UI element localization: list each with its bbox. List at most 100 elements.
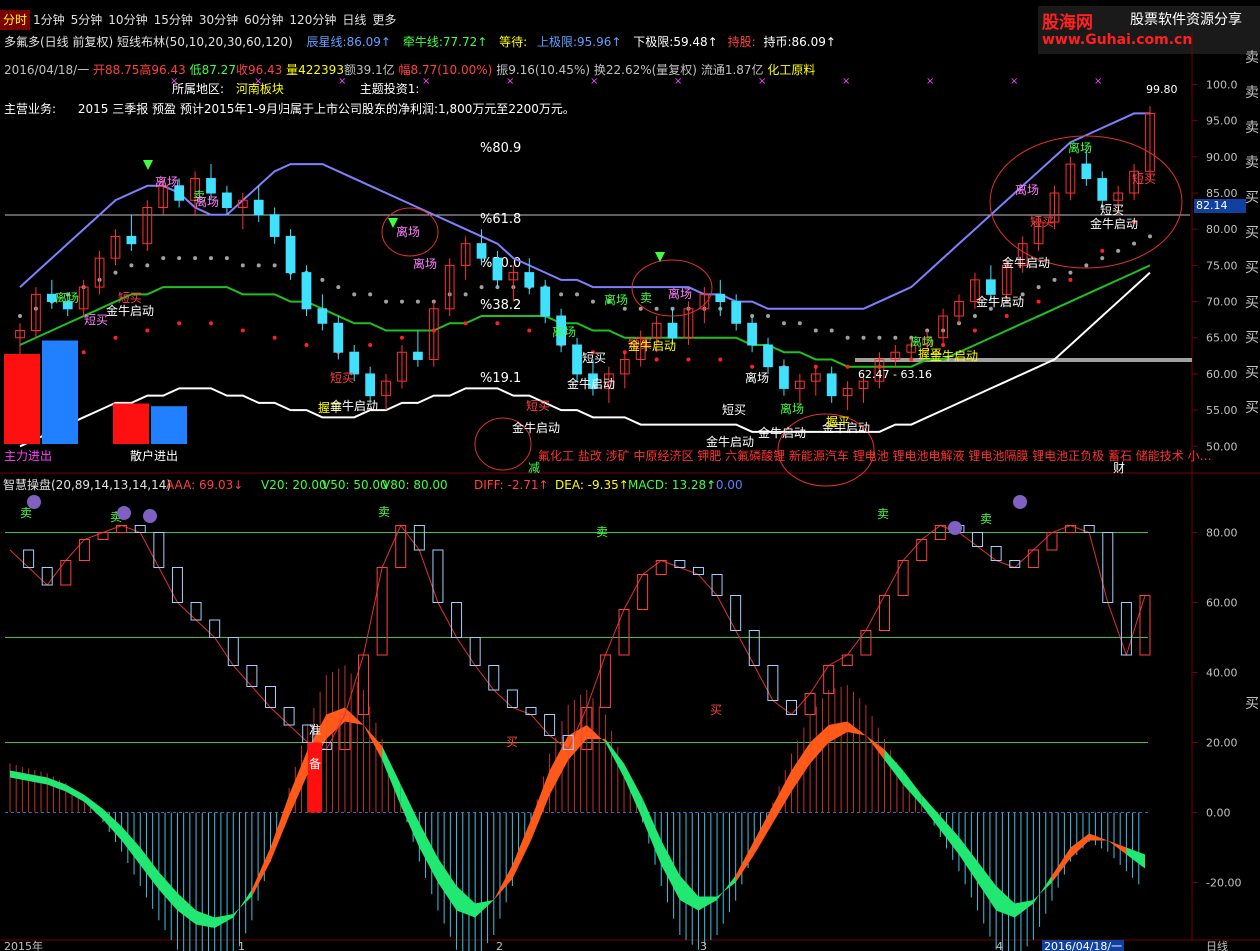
fib-label-1: %61.8 [480, 212, 521, 227]
marker-21: 金牛启动 [628, 338, 676, 353]
candle-body [747, 322, 757, 346]
ribbon-segment [828, 721, 848, 743]
ribbon-segment [214, 914, 234, 928]
grey-dot [399, 299, 404, 304]
candle-body [667, 322, 678, 339]
aaa-box [748, 630, 760, 666]
marker-20: 金牛启动 [567, 376, 615, 391]
low-header-5: DIFF: -2.71↑ [474, 478, 549, 492]
marker-3: 离场 [55, 290, 79, 305]
marker-5: 短买 [118, 291, 142, 305]
red-dot [1036, 299, 1041, 304]
grey-dot [145, 263, 150, 268]
grey-dot [463, 292, 468, 297]
aaa-box [376, 567, 388, 656]
red-dot [1068, 277, 1073, 282]
ribbon-segment [661, 840, 680, 900]
low-tick-label-4: 60.00 [1206, 597, 1238, 610]
ribbon-segment [437, 858, 457, 911]
side-label-3: 卖 [1245, 155, 1259, 171]
ribbon-segment [121, 826, 141, 865]
marker-37: 短买 [1100, 203, 1124, 217]
marker-22: 离场 [745, 370, 769, 385]
ribbon-segment [903, 770, 922, 806]
side-label-0: 卖 [1245, 50, 1259, 66]
magenta-x-1: × [254, 76, 262, 87]
grey-dot [575, 292, 580, 297]
side-label-6: 买 [1245, 260, 1259, 276]
ribbon-segment [140, 847, 159, 890]
sanhu-label: 散户进出 [130, 448, 178, 463]
magenta-x-11: × [1094, 76, 1102, 87]
red-dot [208, 321, 213, 326]
ribbon-segment [884, 749, 904, 785]
candle-body [572, 344, 582, 375]
red-dot [304, 342, 309, 347]
y-tick-label-3: 65.00 [1206, 332, 1238, 345]
candle-body [524, 272, 535, 288]
aaa-box [451, 602, 463, 638]
face-icon-1 [117, 506, 131, 520]
red-dot [113, 335, 118, 340]
aaa-box [153, 532, 165, 568]
grey-dot [590, 299, 595, 304]
side-label-low: 买 [1245, 696, 1259, 712]
y-tick-label-5: 75.00 [1206, 259, 1238, 272]
green-arrow-0 [143, 160, 153, 170]
grey-dot [1052, 277, 1057, 282]
grey-dot [161, 256, 166, 261]
time-label-3: 3 [700, 940, 707, 951]
low-sell-2: 卖 [378, 505, 390, 519]
low-tick-label-5: 80.00 [1206, 527, 1238, 540]
ribbon-segment [624, 763, 643, 820]
ribbon-segment [158, 872, 178, 911]
marker-19: 金牛启动 [512, 420, 560, 435]
y-tick-label-4: 70.00 [1206, 296, 1238, 309]
grey-dot [797, 321, 802, 326]
ribbon-segment [1126, 847, 1145, 869]
candle-body [333, 322, 344, 353]
red-dot [654, 357, 659, 362]
marker-25: 金牛启动 [706, 434, 754, 449]
ribbon-segment [735, 840, 755, 883]
grey-dot [829, 328, 834, 333]
ribbon-segment [958, 837, 978, 883]
low-tick-label-0: -20.00 [1206, 877, 1241, 890]
grey-dot [559, 292, 564, 297]
ribbon-segment [847, 721, 866, 736]
red-dot [81, 350, 86, 355]
sanhu-bar-blue [151, 406, 187, 444]
marker-13: 离场 [604, 292, 628, 307]
y-tick-label-8: 90.00 [1206, 151, 1238, 164]
marker-cai: 财 [1113, 461, 1125, 475]
candle-body [731, 301, 742, 324]
low-header-4: V80: 80.00 [382, 478, 448, 492]
grey-dot [18, 314, 22, 319]
ribbon-segment [103, 809, 122, 841]
candle-body [1097, 178, 1108, 201]
magenta-x-9: × [926, 76, 934, 87]
low-sell-4: 卖 [877, 507, 889, 521]
low-header-0: 智慧操盘(20,89,14,13,14,14) [3, 477, 171, 492]
ribbon-segment [177, 893, 197, 925]
candle-body [365, 373, 376, 397]
marker-jian: 减 [528, 461, 540, 475]
side-label-5: 买 [1245, 225, 1259, 241]
aaa-box [879, 595, 891, 631]
aaa-box [860, 630, 872, 656]
grey-dot [781, 321, 786, 326]
aaa-box [432, 549, 444, 603]
ribbon-segment [475, 900, 494, 918]
red-dot [463, 321, 468, 326]
low-header-8: : 0.00 [708, 478, 743, 492]
fib-label-0: %80.9 [480, 141, 521, 156]
aaa-box [227, 637, 239, 666]
red-dot [750, 364, 755, 369]
aaa-box [618, 609, 630, 656]
fib-label-3: %38.2 [480, 298, 521, 313]
marker-6: 金牛启动 [106, 303, 154, 318]
grey-dot [272, 263, 277, 268]
magenta-x-10: × [1010, 76, 1018, 87]
marker-9: 短买 [330, 371, 354, 385]
ribbon-segment [65, 784, 85, 802]
